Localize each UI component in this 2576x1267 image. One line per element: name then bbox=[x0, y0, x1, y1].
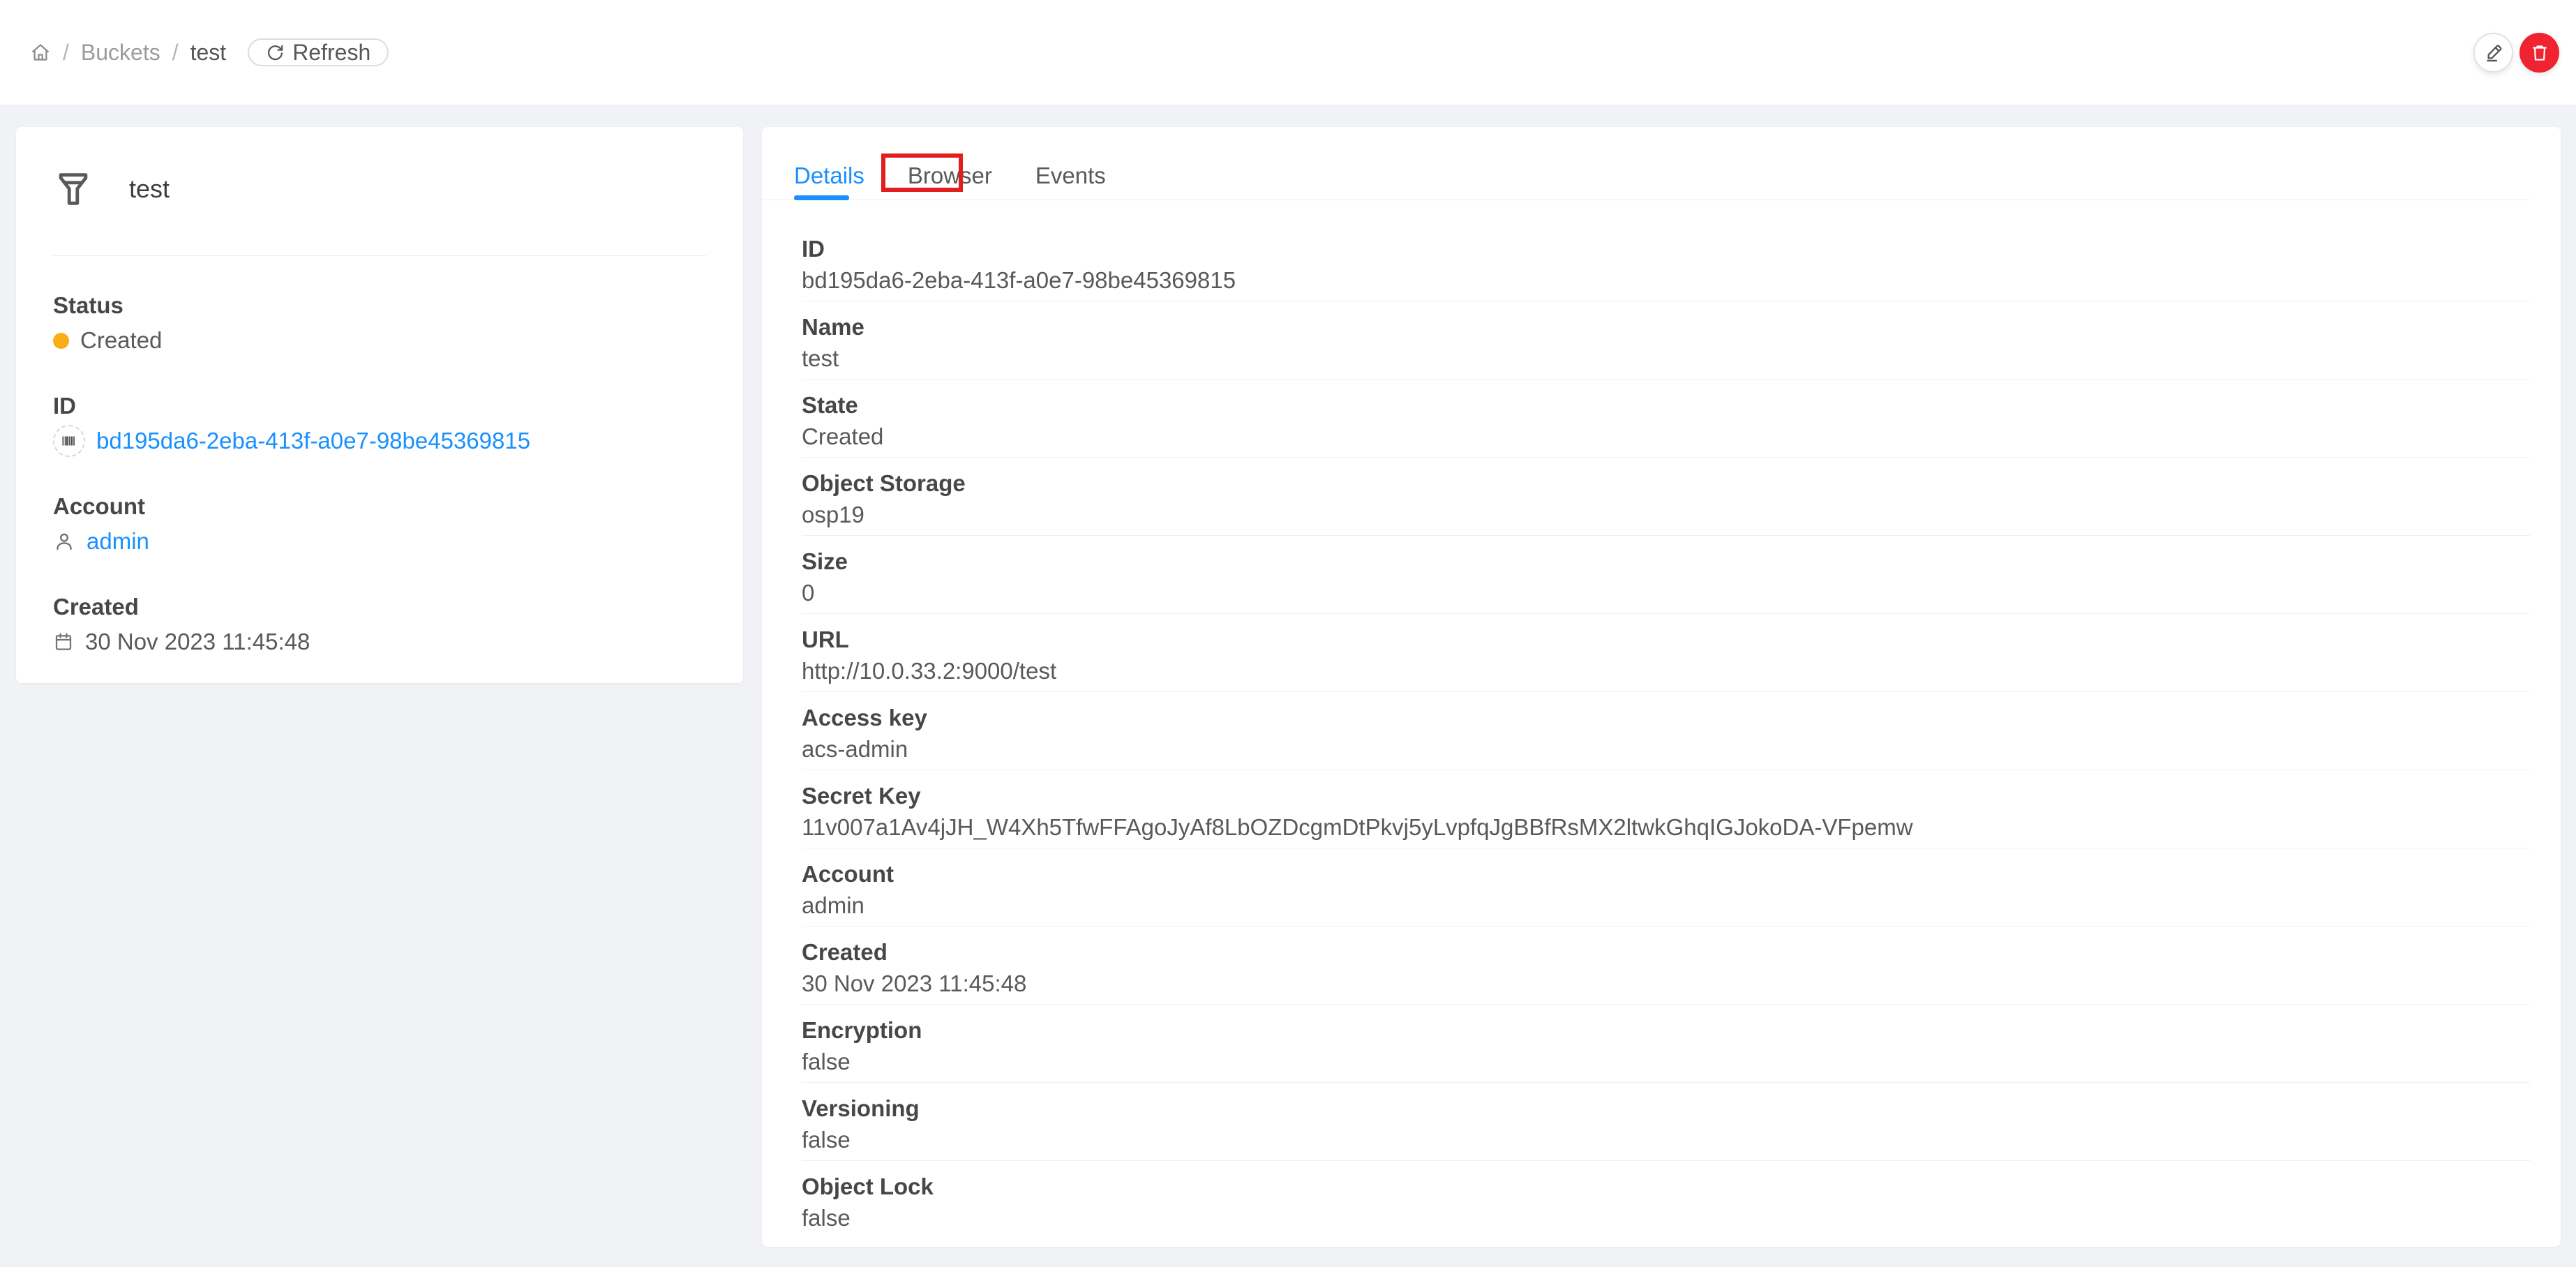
id-label: ID bbox=[53, 393, 76, 419]
created-label: Created bbox=[53, 594, 139, 620]
detail-value: Created bbox=[802, 423, 884, 449]
detail-value: osp19 bbox=[802, 502, 864, 527]
tab-events[interactable]: Events bbox=[1035, 127, 1106, 188]
detail-value: 11v007a1Av4jJH_W4Xh5TfwFFAgoJyAf8LbOZDcg… bbox=[802, 814, 1913, 840]
detail-value: 30 Nov 2023 11:45:48 bbox=[802, 970, 1027, 996]
detail-row-size: Size 0 bbox=[802, 536, 2530, 614]
detail-value: http://10.0.33.2:9000/test bbox=[802, 658, 1057, 684]
breadcrumb-item-current: test bbox=[190, 39, 227, 65]
bucket-funnel-icon bbox=[53, 169, 93, 209]
active-tab-indicator bbox=[794, 195, 849, 200]
refresh-button-label: Refresh bbox=[292, 39, 371, 65]
detail-label: Size bbox=[802, 548, 848, 574]
tab-browser[interactable]: Browser bbox=[908, 127, 992, 188]
edit-pencil-icon bbox=[2484, 43, 2503, 63]
refresh-button[interactable]: Refresh bbox=[248, 38, 389, 66]
detail-label: Object Lock bbox=[802, 1174, 934, 1199]
details-list: ID bd195da6-2eba-413f-a0e7-98be45369815 … bbox=[802, 223, 2530, 1239]
account-link[interactable]: admin bbox=[87, 528, 149, 555]
detail-row-created: Created 30 Nov 2023 11:45:48 bbox=[802, 927, 2530, 1005]
created-row: 30 Nov 2023 11:45:48 bbox=[53, 626, 706, 658]
tab-bar: Details Browser Events bbox=[762, 127, 2530, 200]
tab-details[interactable]: Details bbox=[794, 127, 864, 188]
resource-info-card: test Status Created ID bd195da6-2eba-413… bbox=[16, 127, 743, 683]
detail-value: false bbox=[802, 1049, 851, 1074]
top-header-bar: / Buckets / test Refresh bbox=[0, 0, 2576, 105]
detail-row-secret-key: Secret Key 11v007a1Av4jJH_W4Xh5TfwFFAgoJ… bbox=[802, 770, 2530, 848]
detail-row-object-storage: Object Storage osp19 bbox=[802, 458, 2530, 536]
resource-header: test bbox=[53, 169, 706, 209]
detail-value: acs-admin bbox=[802, 736, 908, 762]
status-label: Status bbox=[53, 292, 123, 318]
divider bbox=[53, 255, 706, 256]
detail-row-versioning: Versioning false bbox=[802, 1083, 2530, 1161]
user-icon bbox=[53, 530, 75, 553]
status-dot bbox=[53, 332, 69, 349]
detail-value: admin bbox=[802, 892, 864, 918]
detail-value: false bbox=[802, 1205, 851, 1231]
detail-value: false bbox=[802, 1127, 851, 1153]
detail-row-encryption: Encryption false bbox=[802, 1005, 2530, 1083]
detail-label: Secret Key bbox=[802, 783, 921, 809]
detail-label: State bbox=[802, 392, 858, 418]
breadcrumb-separator: / bbox=[63, 39, 69, 65]
detail-label: Versioning bbox=[802, 1095, 920, 1121]
detail-value: bd195da6-2eba-413f-a0e7-98be45369815 bbox=[802, 267, 1236, 293]
detail-value: test bbox=[802, 345, 839, 371]
detail-label: URL bbox=[802, 627, 849, 652]
breadcrumb: / Buckets / test Refresh bbox=[30, 0, 389, 105]
status-row: Created bbox=[53, 324, 706, 357]
detail-row-name: Name test bbox=[802, 301, 2530, 380]
detail-row-account: Account admin bbox=[802, 848, 2530, 927]
detail-row-url: URL http://10.0.33.2:9000/test bbox=[802, 614, 2530, 692]
detail-label: ID bbox=[802, 236, 825, 262]
calendar-icon bbox=[53, 631, 74, 652]
account-label: Account bbox=[53, 493, 145, 519]
detail-label: Name bbox=[802, 314, 864, 340]
detail-row-object-lock: Object Lock false bbox=[802, 1161, 2530, 1239]
delete-button[interactable] bbox=[2519, 33, 2559, 73]
account-row: admin bbox=[53, 525, 706, 557]
detail-label: Created bbox=[802, 939, 888, 965]
detail-row-state: State Created bbox=[802, 380, 2530, 458]
detail-row-access-key: Access key acs-admin bbox=[802, 692, 2530, 770]
breadcrumb-separator: / bbox=[172, 39, 179, 65]
status-value: Created bbox=[80, 327, 163, 353]
detail-label: Encryption bbox=[802, 1017, 922, 1043]
detail-row-id: ID bd195da6-2eba-413f-a0e7-98be45369815 bbox=[802, 223, 2530, 301]
resource-id-link[interactable]: bd195da6-2eba-413f-a0e7-98be45369815 bbox=[96, 428, 530, 454]
detail-label: Account bbox=[802, 861, 894, 887]
header-actions bbox=[2473, 33, 2559, 73]
created-value: 30 Nov 2023 11:45:48 bbox=[85, 629, 310, 654]
barcode-icon bbox=[53, 425, 85, 457]
edit-button[interactable] bbox=[2473, 33, 2513, 73]
home-icon[interactable] bbox=[30, 42, 51, 63]
resource-title: test bbox=[129, 174, 170, 203]
breadcrumb-item-buckets[interactable]: Buckets bbox=[81, 40, 160, 66]
detail-label: Access key bbox=[802, 705, 927, 730]
trash-icon bbox=[2530, 43, 2549, 63]
detail-label: Object Storage bbox=[802, 470, 966, 496]
detail-value: 0 bbox=[802, 580, 815, 606]
reload-icon bbox=[266, 43, 285, 62]
detail-card: Details Browser Events ID bd195da6-2eba-… bbox=[762, 127, 2561, 1247]
id-row: bd195da6-2eba-413f-a0e7-98be45369815 bbox=[53, 425, 706, 457]
